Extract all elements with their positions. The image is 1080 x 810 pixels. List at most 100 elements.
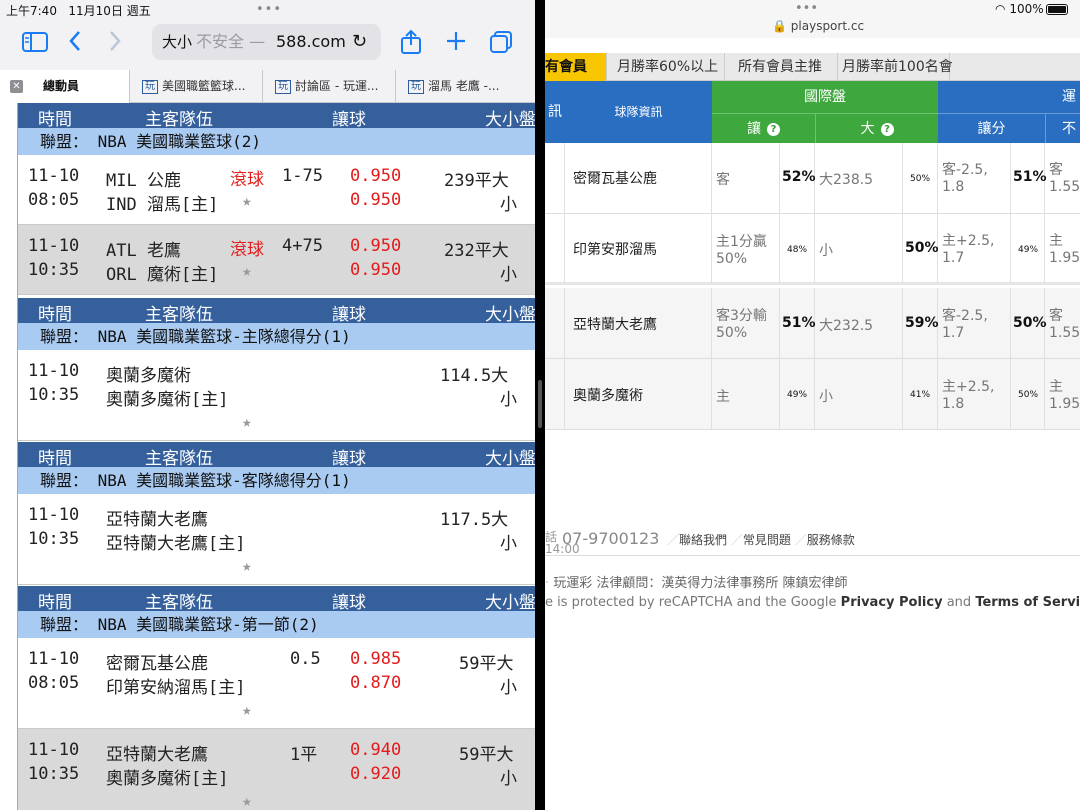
contact-us-link[interactable]: 聯絡我們 [679,533,727,547]
odds-value[interactable]: 0.920 [350,764,401,784]
tw-spread-pick[interactable]: 主+2.5, [942,230,994,250]
team-name[interactable]: 亞特蘭大老鷹 [573,314,657,334]
under-line[interactable]: 小 [500,673,517,698]
star-icon[interactable]: ★ [242,700,252,719]
address-bar[interactable]: 🔒 playsport.cc [772,19,864,33]
reader-text-size-button[interactable]: 大小 [162,24,192,60]
split-view-divider[interactable] [535,0,545,810]
tabs-overview-icon[interactable] [489,30,513,59]
game-row[interactable]: 11-10 10:35 奧蘭多魔術 奧蘭多魔術[主] ★ 114.5大 小 [18,350,535,441]
over-line[interactable]: 114.5大 [440,361,508,386]
odds-value[interactable]: 0.950 [350,236,401,256]
reload-icon[interactable]: ↻ [352,24,367,60]
total-pick[interactable]: 小 [819,386,833,406]
team-name[interactable]: 奧蘭多魔術 [573,385,643,405]
team-cell: 亞特蘭大老鷹 [565,288,712,358]
team-name[interactable]: 印第安那溜馬 [573,239,657,259]
tw-col3-pick[interactable]: 主 [1049,230,1063,250]
tw-col3-pick[interactable]: 客 [1049,159,1063,179]
terms-of-service-link[interactable]: Terms of Service [975,595,1080,610]
privacy-policy-link[interactable]: Privacy Policy [841,595,943,610]
spread-pick[interactable]: 主1分贏 [716,231,767,251]
tw-spread-pick[interactable]: 客-2.5, [942,159,988,179]
odds-value[interactable]: 0.870 [350,673,401,693]
close-tab-icon[interactable]: ✕ [10,80,23,93]
tw-spread-pick[interactable]: 主+2.5, [942,376,994,396]
spread-pick[interactable]: 主 [716,386,730,406]
total-pick[interactable]: 大232.5 [819,315,873,335]
star-icon[interactable]: ★ [242,191,252,210]
site-favicon-icon: 玩 [275,79,291,94]
odds-page: 時間 主客隊伍 讓球 大小盤 聯盟： NBA 美國職業籃球(2) 11-10 0… [0,103,535,810]
over-line[interactable]: 117.5大 [440,505,508,530]
spread-pct: 49% [787,390,808,400]
terms-link[interactable]: 服務條款 [807,533,855,547]
odds-value[interactable]: 0.950 [350,260,401,280]
odds-value[interactable]: 0.940 [350,740,401,760]
multitask-dots-icon[interactable]: ••• [256,2,282,17]
tw-col3-pick[interactable]: 主 [1049,376,1063,396]
under-line[interactable]: 小 [500,190,517,215]
new-tab-icon[interactable] [445,30,467,57]
tab-all-picks[interactable]: 所有會員主推 [725,53,838,81]
team-row[interactable]: 印第安那溜馬 主1分贏 50% 48% 小 50% 主+2.5, 1.7 49% 主… [545,214,1080,285]
tab-2[interactable]: 玩美國職籃籃球... [130,70,263,103]
tab-3[interactable]: 玩討論區 - 玩運... [263,70,396,103]
over-line[interactable]: 59平大 [459,649,513,674]
status-bar-time: 上午7:40 11月10日 週五 [6,4,151,18]
over-line[interactable]: 59平大 [459,740,513,765]
over-line[interactable]: 239平大 [444,166,509,191]
total-pick[interactable]: 小 [819,240,833,260]
tw-col3-pick[interactable]: 客 [1049,305,1063,325]
share-icon[interactable] [400,29,422,60]
team-name[interactable]: 密爾瓦基公鹿 [573,168,657,188]
tw-spread-odds: 1.8 [942,396,965,412]
under-line[interactable]: 小 [500,764,517,789]
star-icon[interactable]: ★ [242,556,252,575]
tw-spread-odds: 1.7 [942,250,965,266]
star-icon[interactable]: ★ [242,261,252,280]
game-row[interactable]: 11-10 10:35 ATL 老鷹 ORL 魔術[主] ★ 滾球 4+75 0… [18,225,535,295]
under-line[interactable]: 小 [500,385,517,410]
tw-spread-pct: 51% [1013,169,1047,185]
total-pick[interactable]: 大238.5 [819,169,873,189]
team-row[interactable]: 密爾瓦基公鹿 客 52% 大238.5 50% 客-2.5, 1.8 51% 客1… [545,143,1080,214]
divider-handle[interactable] [538,380,542,428]
tab-win-rate-60[interactable]: 月勝率60%以上 [607,53,725,81]
faq-link[interactable]: 常見問題 [743,533,791,547]
game-row[interactable]: 11-10 08:05 MIL 公鹿 IND 溜馬[主] ★ 滾球 1-75 0… [18,155,535,225]
game-row[interactable]: 11-10 08:05 密爾瓦基公鹿 印第安納溜馬[主] ★ 0.5 0.985… [18,638,535,729]
battery-percent: 100% [1009,2,1044,16]
address-bar[interactable]: 大小 不安全 — 588.com ↻ [152,24,381,60]
team-row[interactable]: 奧蘭多魔術 主 49% 小 41% 主+2.5, 1.8 50% 主 1.95 [545,359,1080,430]
team-row[interactable]: 亞特蘭大老鷹 客3分輸 50% 51% 大232.5 59% 客-2.5, 1.7 … [545,288,1080,359]
back-icon[interactable] [68,30,82,57]
phone-number: 07-9700123 [562,529,660,548]
spread-pick[interactable]: 客 [716,169,730,189]
star-icon[interactable]: ★ [242,412,252,431]
over-line[interactable]: 232平大 [444,236,509,261]
odds-value[interactable]: 0.985 [350,649,401,669]
tw-spread-pick[interactable]: 客-2.5, [942,305,988,325]
tab-members[interactable]: 有會員 [545,53,607,81]
under-line[interactable]: 小 [500,260,517,285]
forward-icon[interactable] [108,30,122,57]
game-row[interactable]: 11-10 10:35 亞特蘭大老鷹 奧蘭多魔術[主] ★ 1平 0.940 0… [18,729,535,810]
game-row[interactable]: 11-10 10:35 亞特蘭大老鷹 亞特蘭大老鷹[主] ★ 117.5大 小 [18,494,535,585]
help-icon[interactable]: ? [767,122,780,136]
tw-col3-odds: 1.55 [1049,325,1080,341]
odds-value[interactable]: 0.950 [350,166,401,186]
help-icon[interactable]: ? [880,122,894,136]
under-line[interactable]: 小 [500,529,517,554]
sidebar-icon[interactable] [22,31,48,58]
star-icon[interactable]: ★ [242,791,252,810]
multitask-dots-icon[interactable]: ••• [795,1,818,16]
tab-4[interactable]: 玩溜馬 老鷹 -... [396,70,535,103]
spread-pick[interactable]: 客3分輸 [716,305,767,325]
tab-top-100[interactable]: 月勝率前100名會 [838,53,953,81]
tab-1[interactable]: ✕ 總動員 [0,70,130,103]
home-team: 亞特蘭大老鷹[主] [106,534,246,554]
odds-value[interactable]: 0.950 [350,190,401,210]
game-date: 11-10 [28,649,80,669]
col-teams: 主客隊伍 [145,305,213,325]
